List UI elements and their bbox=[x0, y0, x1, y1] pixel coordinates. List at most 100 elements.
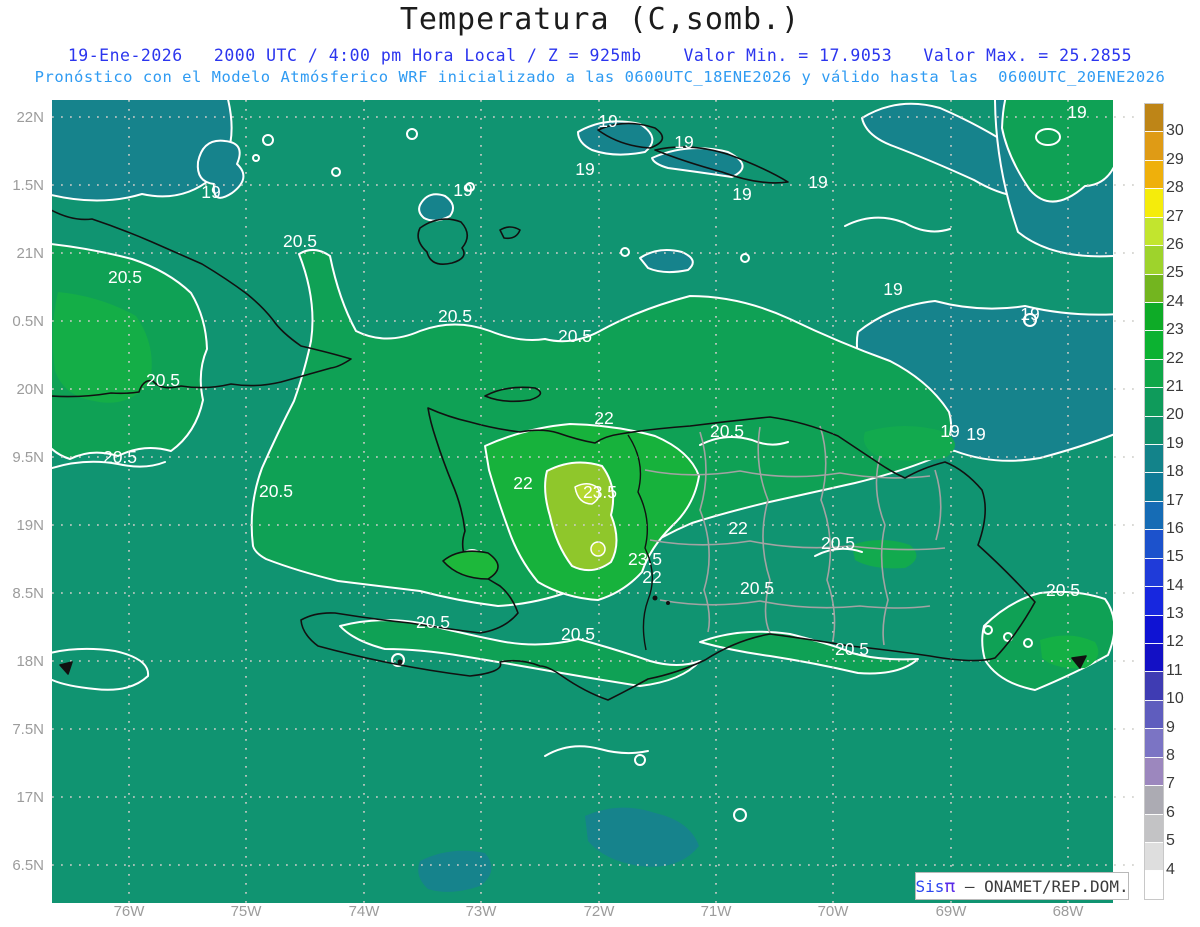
branding-box: Sis π – ONAMET/REP.DOM. bbox=[915, 872, 1129, 900]
contour-label: 19 bbox=[453, 180, 472, 200]
colorbar-tick: 6 bbox=[1166, 803, 1175, 821]
lat-tick-label: 9.5N bbox=[12, 449, 44, 466]
colorbar-tick: 27 bbox=[1166, 207, 1184, 225]
latitude-axis-labels: 22N 1.5N 21N 0.5N 20N 9.5N 19N 8.5N 18N 7.5N 17N 6.… bbox=[12, 109, 44, 874]
contour-label: 19 bbox=[1020, 304, 1039, 324]
lat-tick-label: 6.5N bbox=[12, 857, 44, 874]
colorbar-tick: 28 bbox=[1166, 179, 1184, 197]
contour-label: 20.5 bbox=[108, 267, 142, 287]
contour-label: 20.5 bbox=[821, 533, 855, 553]
lon-tick-label: 75W bbox=[231, 903, 263, 920]
colorbar-tick: 5 bbox=[1166, 832, 1175, 850]
lat-tick-label: 21N bbox=[16, 245, 44, 262]
branding-onamet-label: – ONAMET/REP.DOM. bbox=[955, 876, 1129, 896]
lat-tick-label: 22N bbox=[16, 109, 44, 126]
contour-label: 23.5 bbox=[583, 482, 617, 502]
colorbar-tick: 24 bbox=[1166, 292, 1184, 310]
contour-label: 20.5 bbox=[103, 447, 137, 467]
colorbar-cell bbox=[1145, 786, 1163, 815]
weather-map-page: Temperatura (C,somb.) 19-Ene-2026 2000 U… bbox=[0, 0, 1200, 927]
colorbar-tick: 18 bbox=[1166, 463, 1184, 481]
colorbar-tick: 17 bbox=[1166, 491, 1184, 509]
contour-label: 19 bbox=[940, 421, 959, 441]
colorbar-cell bbox=[1145, 615, 1163, 645]
contour-label: 19 bbox=[808, 172, 827, 192]
colorbar-cell bbox=[1145, 672, 1163, 701]
lat-tick-label: 1.5N bbox=[12, 177, 44, 194]
contour-label: 19 bbox=[201, 182, 220, 202]
colorbar-cell bbox=[1145, 359, 1163, 389]
colorbar-tick: 25 bbox=[1166, 264, 1184, 282]
colorbar-cell bbox=[1145, 246, 1163, 275]
contour-label: 20.5 bbox=[146, 370, 180, 390]
colorbar-cell bbox=[1145, 388, 1163, 417]
contour-label: 20.5 bbox=[835, 639, 869, 659]
contour-label: 23.5 bbox=[628, 549, 662, 569]
contour-label: 22 bbox=[642, 567, 661, 587]
colorbar-tick: 19 bbox=[1166, 434, 1184, 452]
contour-label: 20.5 bbox=[558, 326, 592, 346]
colorbar-tick: 16 bbox=[1166, 519, 1184, 537]
colorbar-cell bbox=[1145, 530, 1163, 559]
lat-tick-label: 7.5N bbox=[12, 721, 44, 738]
lat-tick-label: 17N bbox=[16, 789, 44, 806]
colorbar-cell bbox=[1145, 189, 1163, 218]
contour-label: 19 bbox=[674, 132, 693, 152]
colorbar-tick: 11 bbox=[1166, 661, 1183, 679]
colorbar-cell bbox=[1145, 871, 1163, 899]
colorbar-cell bbox=[1145, 160, 1163, 190]
colorbar-cell bbox=[1145, 501, 1163, 531]
lat-tick-label: 19N bbox=[16, 517, 44, 534]
branding-sis: Sis bbox=[915, 876, 945, 896]
colorbar-tick: 23 bbox=[1166, 321, 1184, 339]
contour-label: 20.5 bbox=[283, 231, 317, 251]
colorbar-cell bbox=[1145, 274, 1163, 303]
colorbar-cell bbox=[1145, 587, 1163, 616]
colorbar-tick: 22 bbox=[1166, 349, 1184, 367]
contour-label: 19 bbox=[575, 159, 594, 179]
colorbar-cell bbox=[1145, 132, 1163, 161]
colorbar-cell bbox=[1145, 445, 1163, 474]
colorbar-tick: 14 bbox=[1166, 576, 1184, 594]
contour-label: 19 bbox=[1067, 102, 1086, 122]
colorbar-cell bbox=[1145, 302, 1163, 332]
contour-label: 19 bbox=[732, 184, 751, 204]
colorbar-tick: 9 bbox=[1166, 718, 1175, 736]
colorbar-tick: 8 bbox=[1166, 747, 1175, 765]
lon-tick-label: 72W bbox=[584, 903, 616, 920]
lon-tick-label: 69W bbox=[936, 903, 968, 920]
lon-tick-label: 68W bbox=[1053, 903, 1085, 920]
colorbar-cell bbox=[1145, 104, 1163, 133]
colorbar-cell bbox=[1145, 729, 1163, 758]
colorbar-cell bbox=[1145, 700, 1163, 730]
contour-label: 20.5 bbox=[561, 624, 595, 644]
colorbar-tick: 20 bbox=[1166, 406, 1184, 424]
contour-label: 20.5 bbox=[438, 306, 472, 326]
lat-tick-label: 8.5N bbox=[12, 585, 44, 602]
branding-pi-logo: π bbox=[944, 875, 956, 897]
colorbar-tick: 4 bbox=[1166, 860, 1175, 878]
contour-label: 19 bbox=[966, 424, 985, 444]
colorbar-tick: 12 bbox=[1166, 633, 1184, 651]
lon-tick-label: 70W bbox=[818, 903, 850, 920]
contour-label: 19 bbox=[598, 111, 617, 131]
lon-tick-label: 74W bbox=[349, 903, 381, 920]
colorbar-tick: 29 bbox=[1166, 150, 1184, 168]
colorbar-tick: 13 bbox=[1166, 605, 1184, 623]
lon-tick-label: 76W bbox=[114, 903, 146, 920]
contour-label: 22 bbox=[594, 408, 613, 428]
colorbar-tick: 7 bbox=[1166, 775, 1175, 793]
lon-tick-label: 73W bbox=[466, 903, 498, 920]
colorbar-cell bbox=[1145, 644, 1163, 673]
colorbar-cell bbox=[1145, 416, 1163, 446]
colorbar-cell bbox=[1145, 558, 1163, 588]
contour-label: 20.5 bbox=[1046, 580, 1080, 600]
contour-label: 22 bbox=[728, 518, 747, 538]
contour-label: 20.5 bbox=[416, 612, 450, 632]
colorbar-tick: 26 bbox=[1166, 235, 1184, 253]
contour-label: 20.5 bbox=[259, 481, 293, 501]
colorbar-tick: 15 bbox=[1166, 548, 1184, 566]
colorbar-cell bbox=[1145, 814, 1163, 843]
colorbar-tick: 10 bbox=[1166, 690, 1184, 708]
colorbar-cell bbox=[1145, 473, 1163, 502]
